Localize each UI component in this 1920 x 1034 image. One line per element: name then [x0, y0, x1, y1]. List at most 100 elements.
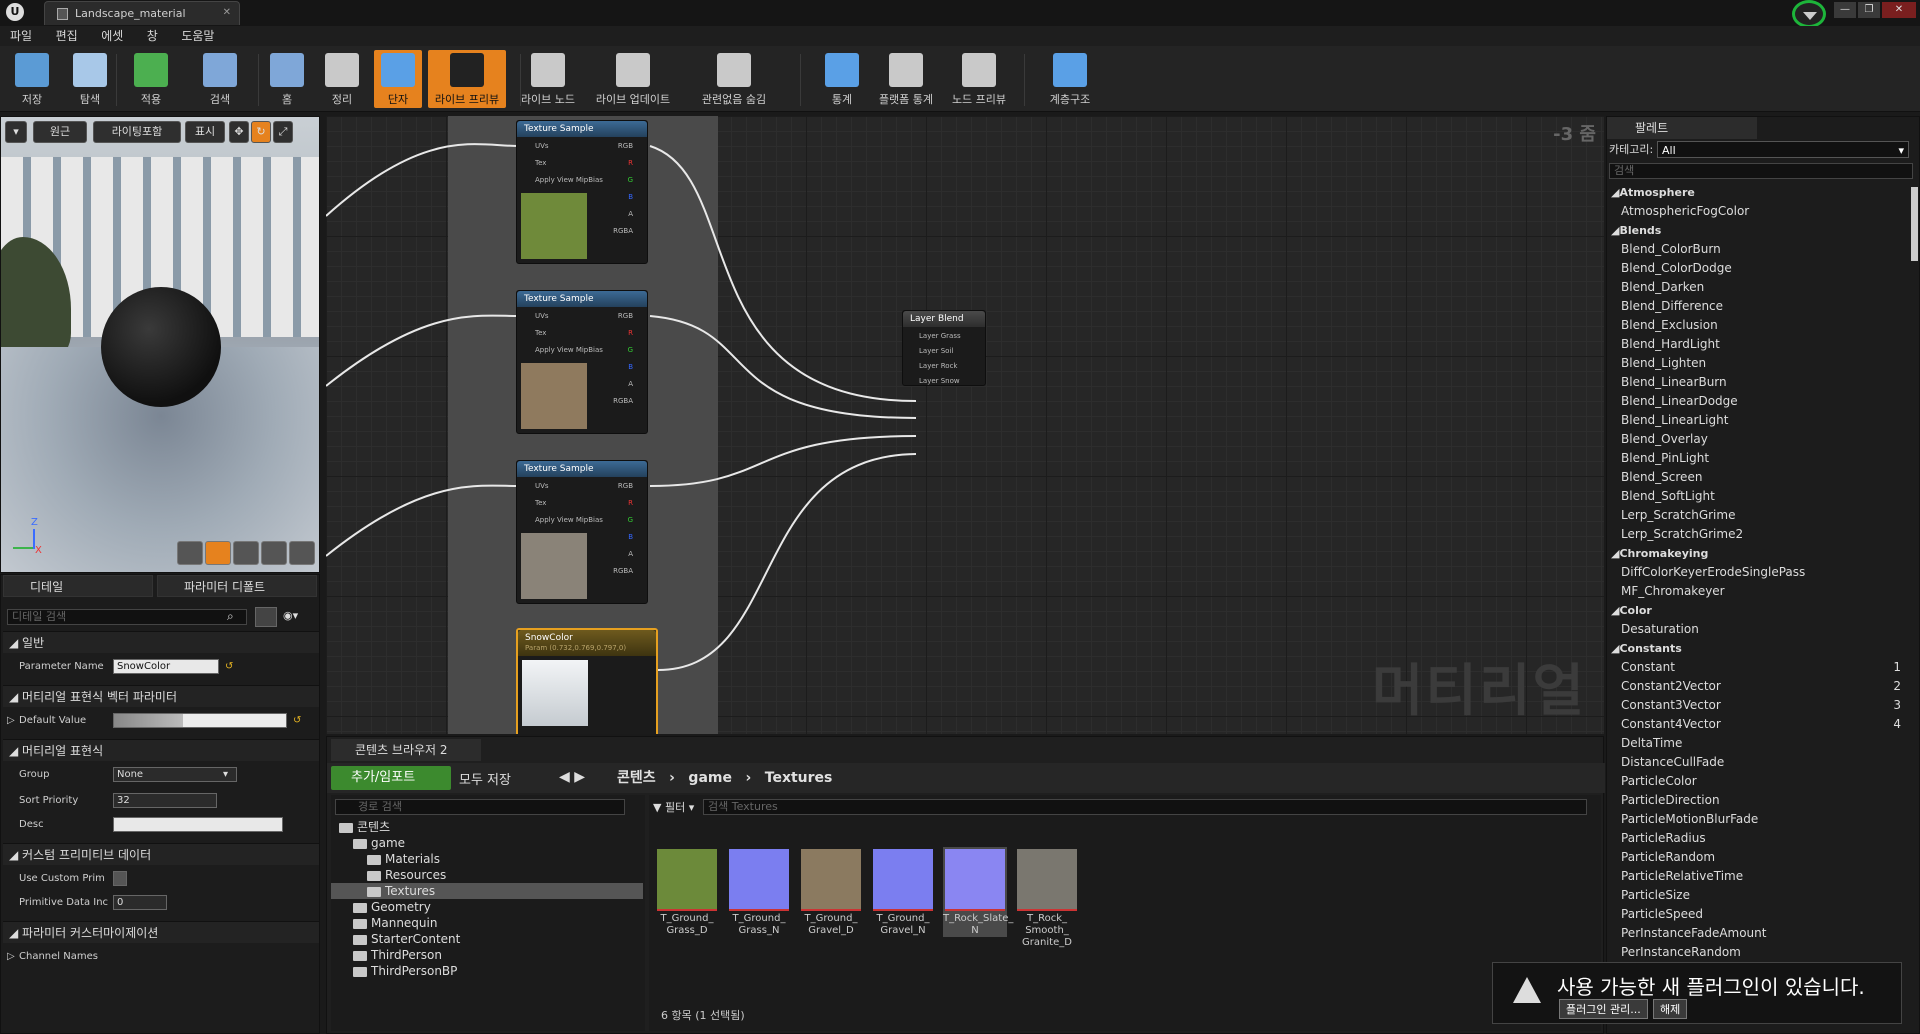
folder-item[interactable]: ThirdPerson — [331, 947, 643, 963]
section-param-custom[interactable]: ◢ 파라미터 커스터마이제이션 — [3, 921, 319, 943]
palette-item[interactable]: Blend_ColorDodge — [1607, 259, 1907, 278]
pin-rgba[interactable]: RGBA — [613, 566, 633, 576]
color-swatch[interactable] — [113, 713, 287, 728]
palette-item[interactable]: Blend_LinearLight — [1607, 411, 1907, 430]
dismiss-button[interactable]: 해제 — [1653, 999, 1688, 1019]
toolbar-button-live-nodes[interactable]: 라이브 노드 — [510, 50, 586, 108]
palette-item[interactable]: Blend_Exclusion — [1607, 316, 1907, 335]
palette-search-input[interactable]: 검색 — [1609, 163, 1913, 179]
palette-item[interactable]: Desaturation — [1607, 620, 1907, 639]
palette-scrollbar[interactable] — [1911, 187, 1918, 261]
add-import-button[interactable]: 추가/임포트 — [331, 766, 451, 790]
property-matrix-icon[interactable] — [255, 607, 277, 627]
palette-tab[interactable]: 팔레트 — [1607, 117, 1757, 139]
folder-item[interactable]: Textures — [331, 883, 643, 899]
palette-item[interactable]: Blend_SoftLight — [1607, 487, 1907, 506]
pin-r[interactable]: R — [628, 498, 633, 508]
palette-item[interactable]: ParticleMotionBlurFade — [1607, 810, 1907, 829]
menu-help[interactable]: 도움말 — [181, 26, 214, 46]
pin-layer-snow[interactable]: Layer Snow — [919, 376, 960, 386]
pin-g[interactable]: G — [628, 175, 633, 185]
pin-b[interactable]: B — [628, 192, 633, 202]
palette-item[interactable]: Constant 1 — [1607, 658, 1907, 677]
folder-item[interactable]: ThirdPersonBP — [331, 963, 643, 979]
pin-tex[interactable]: Tex — [535, 328, 546, 338]
perspective-button[interactable]: 원근 — [33, 121, 87, 143]
palette-category[interactable]: ◢Color — [1607, 601, 1907, 620]
pin-rgb[interactable]: RGB — [618, 141, 633, 151]
pin-tex[interactable]: Tex — [535, 158, 546, 168]
close-tab-icon[interactable]: ✕ — [223, 7, 231, 18]
palette-item[interactable]: Constant2Vector 2 — [1607, 677, 1907, 696]
palette-item[interactable]: Blend_PinLight — [1607, 449, 1907, 468]
folder-item[interactable]: game — [331, 835, 643, 851]
toolbar-button-hide-unrelated[interactable]: 관련없음 숨김 — [680, 50, 788, 108]
show-button[interactable]: 표시 — [185, 121, 225, 143]
pin-uvs[interactable]: UVs — [535, 311, 549, 321]
asset-search-input[interactable]: 검색 Textures — [703, 799, 1587, 815]
viewport-options-button[interactable]: ▾ — [5, 121, 27, 143]
view-options-eye-icon[interactable]: ◉▾ — [283, 609, 298, 622]
details-search-input[interactable]: 디테일 검색 — [7, 609, 247, 625]
palette-item[interactable]: Constant4Vector 4 — [1607, 715, 1907, 734]
texture-sample-node-grass[interactable]: Texture Sample UVs Tex Apply View MipBia… — [516, 120, 648, 264]
palette-item[interactable]: Blend_Screen — [1607, 468, 1907, 487]
pin-rgb[interactable]: RGB — [618, 481, 633, 491]
reset-arrow-icon[interactable]: ↺ — [225, 655, 233, 679]
asset-tile[interactable]: T_Rock_Slate_ N — [943, 847, 1013, 937]
breadcrumb-game[interactable]: game — [688, 770, 732, 786]
details-tab[interactable]: 디테일 — [3, 575, 153, 597]
toolbar-button-live-preview[interactable]: 라이브 프리뷰 — [428, 50, 506, 108]
palette-category[interactable]: ◢Chromakeying — [1607, 544, 1907, 563]
translate-icon[interactable]: ✥ — [229, 121, 249, 143]
primitive-index-input[interactable]: 0 — [113, 895, 167, 910]
palette-item[interactable]: DistanceCullFade — [1607, 753, 1907, 772]
section-general[interactable]: ◢ 일반 — [3, 631, 319, 653]
toolbar-button-browse[interactable]: 탐색 — [62, 50, 118, 108]
toolbar-button-platform-stats[interactable]: 플랫폼 통계 — [870, 50, 942, 108]
content-browser-tab[interactable]: 콘텐츠 브라우저 2 — [331, 739, 481, 761]
texture-sample-node-soil[interactable]: Texture Sample UVs Tex Apply View MipBia… — [516, 290, 648, 434]
pin-g[interactable]: G — [628, 345, 633, 355]
menu-file[interactable]: 파일 — [10, 26, 32, 46]
category-select[interactable]: All ▾ — [1657, 141, 1909, 158]
desc-input[interactable] — [113, 817, 283, 832]
menu-window[interactable]: 창 — [147, 26, 158, 46]
palette-item[interactable]: ParticleRelativeTime — [1607, 867, 1907, 886]
cylinder-mesh-icon[interactable] — [177, 541, 203, 565]
palette-item[interactable]: Blend_LinearDodge — [1607, 392, 1907, 411]
palette-item[interactable]: Blend_HardLight — [1607, 335, 1907, 354]
reset-arrow-icon[interactable]: ↺ — [293, 709, 301, 733]
palette-item[interactable]: Blend_Darken — [1607, 278, 1907, 297]
close-window-button[interactable]: ✕ — [1882, 2, 1916, 18]
pin-rgb[interactable]: RGB — [618, 311, 633, 321]
toolbar-button-save[interactable]: 저장 — [6, 50, 58, 108]
toolbar-button-search[interactable]: 검색 — [192, 50, 248, 108]
path-search-input[interactable]: 경로 검색 — [335, 799, 625, 815]
toolbar-button-stats[interactable]: 통계 — [816, 50, 868, 108]
save-all-button[interactable]: 모두 저장 — [459, 769, 511, 788]
pin-apply-mip[interactable]: Apply View MipBias — [535, 345, 603, 355]
snow-color-node[interactable]: SnowColor Param (0.732,0.769,0.797,0) — [516, 628, 658, 734]
folder-item[interactable]: Mannequin — [331, 915, 643, 931]
palette-item[interactable]: ParticleColor — [1607, 772, 1907, 791]
rotate-icon[interactable]: ↻ — [251, 121, 271, 143]
palette-item[interactable]: AtmosphericFogColor — [1607, 202, 1907, 221]
pin-rgba[interactable]: RGBA — [613, 226, 633, 236]
pin-a[interactable]: A — [628, 209, 633, 219]
toolbar-button-apply-check[interactable]: 적용 — [124, 50, 178, 108]
palette-category[interactable]: ◢Constants — [1607, 639, 1907, 658]
section-vector-param[interactable]: ◢ 머티리얼 표현식 벡터 파라미터 — [3, 685, 319, 707]
layer-blend-node[interactable]: Layer Blend Layer Grass Layer Soil Layer… — [902, 310, 986, 386]
lit-mode-button[interactable]: 라이팅포함 — [93, 121, 181, 143]
section-expression[interactable]: ◢ 머티리얼 표현식 — [3, 739, 319, 761]
toolbar-button-connectors[interactable]: 단자 — [374, 50, 422, 108]
cube-mesh-icon[interactable] — [261, 541, 287, 565]
pin-apply-mip[interactable]: Apply View MipBias — [535, 515, 603, 525]
palette-item[interactable]: ParticleDirection — [1607, 791, 1907, 810]
palette-item[interactable]: ParticleRandom — [1607, 848, 1907, 867]
pin-a[interactable]: A — [628, 549, 633, 559]
palette-item[interactable]: Blend_Difference — [1607, 297, 1907, 316]
palette-item[interactable]: PerInstanceRandom — [1607, 943, 1907, 962]
group-select[interactable]: None — [113, 767, 237, 782]
